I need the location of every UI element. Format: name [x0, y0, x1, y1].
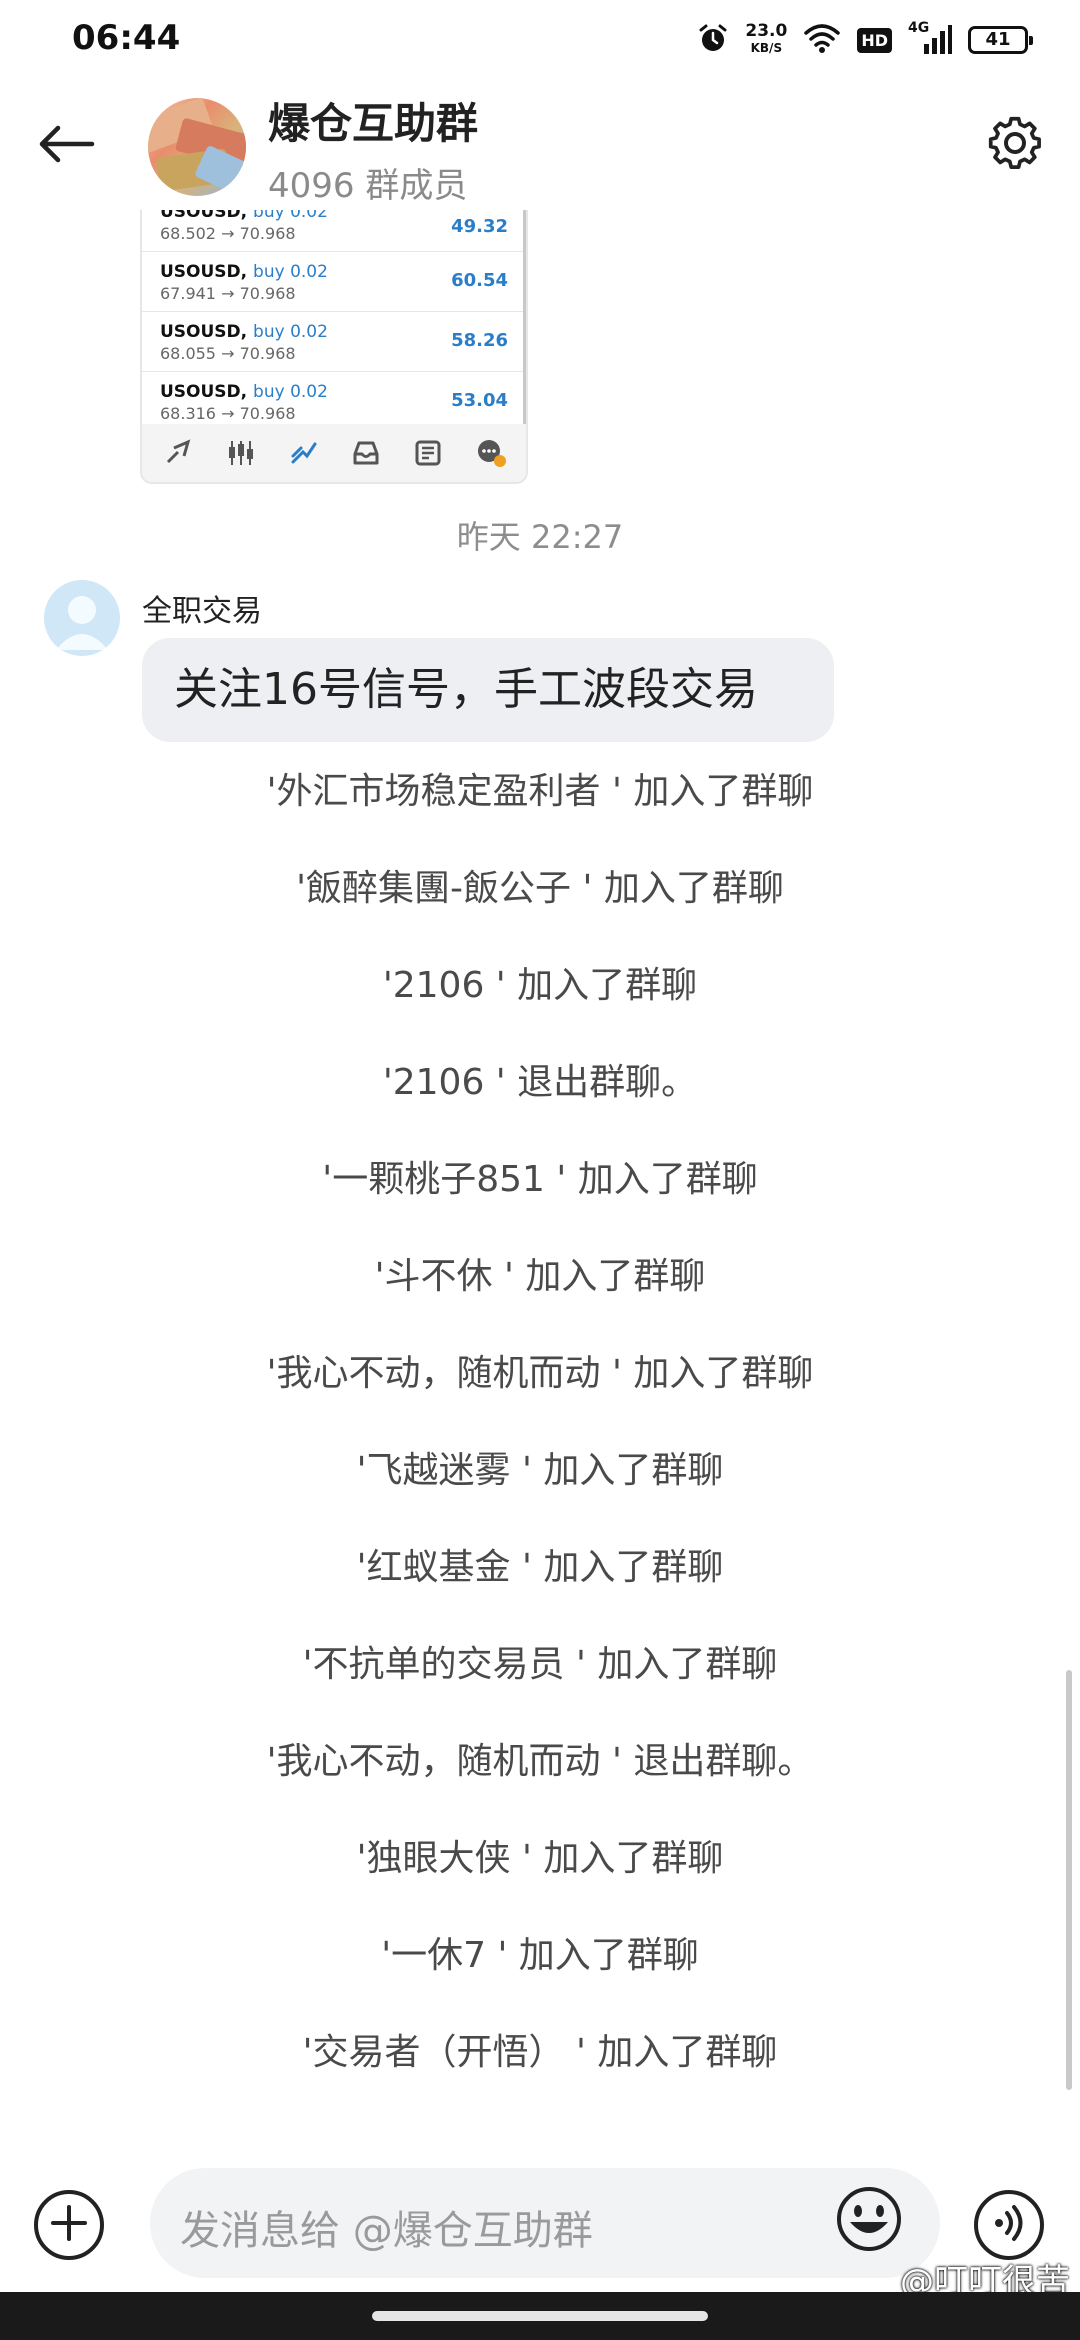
trade-row: USOUSD, buy 0.02 67.941 → 70.968 60.54 [142, 252, 526, 312]
quotes-icon [161, 435, 197, 471]
trade-list-scrollbar [523, 210, 526, 430]
trade-symbol: USOUSD, buy 0.02 [160, 322, 328, 342]
arrow-left-icon [36, 124, 96, 168]
sender-avatar[interactable] [44, 580, 120, 656]
trade-price: 68.502 → 70.968 [160, 224, 296, 243]
system-notice: '飯醉集團-飯公子 ' 加入了群聊 [296, 868, 784, 909]
message-input-placeholder: 发消息给 @爆仓互助群 [180, 2208, 593, 2254]
system-notice: '我心不动，随机而动 ' 退出群聊。 [266, 1741, 814, 1782]
system-notice: '2106 ' 加入了群聊 [382, 965, 698, 1006]
trade-price: 68.316 → 70.968 [160, 404, 296, 423]
trade-row: USOUSD, buy 0.02 68.502 → 70.968 49.32 [142, 210, 526, 252]
alarm-icon [697, 22, 729, 58]
trade-row: USOUSD, buy 0.02 68.055 → 70.968 58.26 [142, 312, 526, 372]
message-input[interactable]: 发消息给 @爆仓互助群 [150, 2168, 940, 2278]
system-nav-bar [0, 2292, 1080, 2340]
home-indicator[interactable] [372, 2311, 708, 2321]
trade-profit: 60.54 [451, 270, 508, 291]
signal-icon: 4G [908, 20, 952, 56]
plus-icon [49, 2203, 89, 2247]
battery-icon: 41 [968, 26, 1033, 54]
trade-symbol: USOUSD, buy 0.02 [160, 210, 328, 222]
system-notice: '一颗桃子851 ' 加入了群聊 [322, 1159, 758, 1200]
net-speed-value: 23.0 [745, 21, 788, 41]
member-count: 4096 群成员 [268, 166, 468, 206]
trade-profit: 53.04 [451, 390, 508, 411]
status-bar: 06:44 23.0 KB/S HD 4G 41 [0, 0, 1080, 80]
smile-emoji-icon [834, 2184, 904, 2258]
trade-price: 68.055 → 70.968 [160, 344, 296, 363]
trade-profit: 49.32 [451, 216, 508, 237]
system-notice: '交易者（开悟） ' 加入了群聊 [302, 2032, 778, 2073]
group-title: 爆仓互助群 [268, 99, 479, 148]
time-separator: 昨天 22:27 [456, 518, 624, 556]
system-notice: '我心不动，随机而动 ' 加入了群聊 [266, 1353, 814, 1394]
status-time: 06:44 [72, 18, 181, 58]
system-notice: '一休7 ' 加入了群聊 [381, 1935, 699, 1976]
image-message-trade-list[interactable]: USOUSD, buy 0.02 68.502 → 70.968 49.32 U… [140, 210, 528, 484]
trade-app-tabbar [142, 424, 526, 482]
inbox-icon [348, 435, 384, 471]
trade-row: USOUSD, buy 0.02 68.316 → 70.968 53.04 [142, 372, 526, 432]
voice-icon [987, 2201, 1031, 2249]
chat-scrollbar[interactable] [1066, 1670, 1072, 2090]
system-notice: '独眼大侠 ' 加入了群聊 [356, 1838, 724, 1879]
system-notice: '红蚁基金 ' 加入了群聊 [356, 1547, 724, 1588]
trade-symbol: USOUSD, buy 0.02 [160, 262, 328, 282]
system-notice: '飞越迷雾 ' 加入了群聊 [356, 1450, 724, 1491]
trade-profit: 58.26 [451, 330, 508, 351]
trade-symbol: USOUSD, buy 0.02 [160, 382, 328, 402]
message-bubble[interactable]: 关注16号信号，手工波段交易 [142, 638, 834, 742]
net-speed-unit: KB/S [750, 41, 783, 55]
group-avatar[interactable] [148, 98, 246, 196]
system-notice: '斗不休 ' 加入了群聊 [374, 1256, 706, 1297]
hd-icon: HD [857, 27, 892, 53]
gear-icon [987, 115, 1043, 175]
voice-input-button[interactable] [974, 2190, 1044, 2260]
trade-price: 67.941 → 70.968 [160, 284, 296, 303]
emoji-button[interactable] [830, 2182, 908, 2260]
chat-icon [473, 435, 509, 471]
system-notice: '外汇市场稳定盈利者 ' 加入了群聊 [266, 771, 814, 812]
trade-icon [286, 435, 322, 471]
news-icon [410, 435, 446, 471]
system-notice-list: '外汇市场稳定盈利者 ' 加入了群聊 '飯醉集團-飯公子 ' 加入了群聊 '21… [0, 760, 1080, 2118]
sender-name: 全职交易 [142, 594, 262, 629]
system-notice: '2106 ' 退出群聊。 [382, 1062, 698, 1103]
network-speed: 23.0 KB/S [745, 23, 787, 57]
system-notice: '不抗单的交易员 ' 加入了群聊 [302, 1644, 778, 1685]
trade-list: USOUSD, buy 0.02 68.502 → 70.968 49.32 U… [142, 210, 526, 432]
status-icons: 23.0 KB/S HD 4G 41 [697, 18, 1033, 62]
add-attachment-button[interactable] [34, 2190, 104, 2260]
back-button[interactable] [34, 114, 98, 178]
wifi-icon [803, 22, 841, 58]
settings-button[interactable] [980, 110, 1050, 180]
chat-header: 爆仓互助群 4096 群成员 [0, 80, 1080, 210]
candlestick-chart-icon [223, 435, 259, 471]
